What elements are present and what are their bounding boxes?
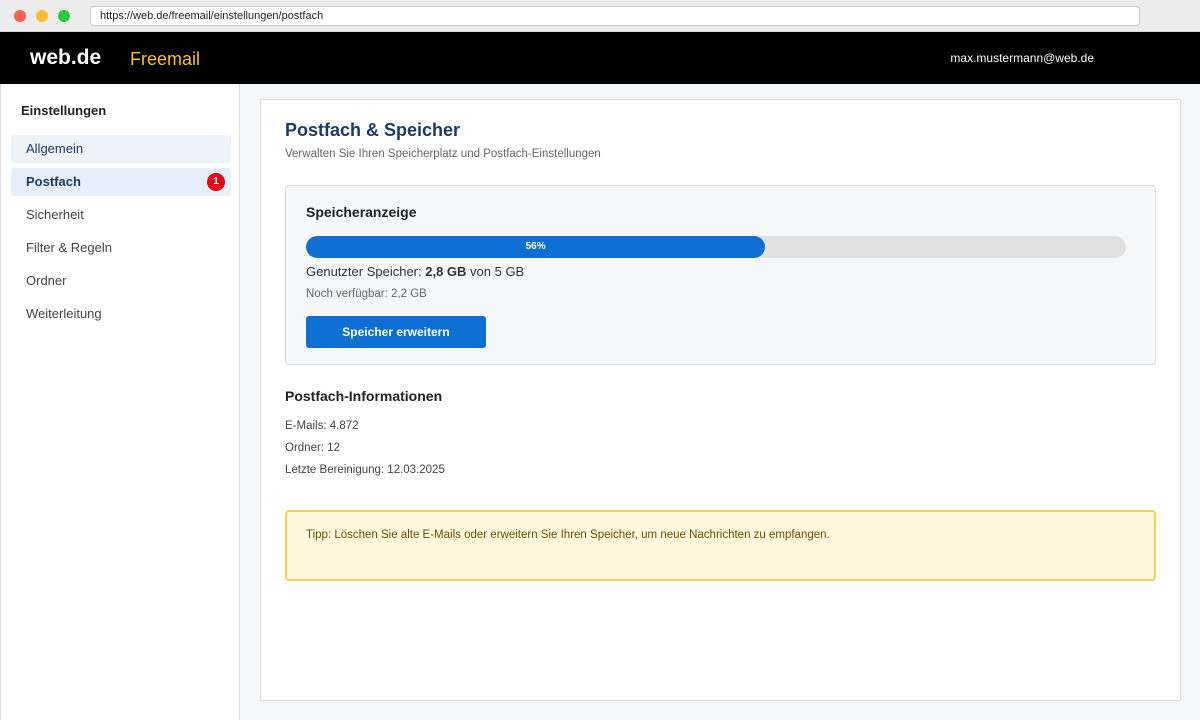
sidebar-item-label: Sicherheit bbox=[26, 207, 84, 222]
expand-storage-button[interactable]: Speicher erweitern bbox=[306, 316, 486, 348]
sidebar-item-label: Postfach bbox=[26, 174, 81, 189]
window-maximize-button[interactable] bbox=[58, 10, 70, 22]
tip-alert: Tipp: Löschen Sie alte E-Mails oder erwe… bbox=[285, 510, 1156, 581]
storage-used-text: Genutzter Speicher: 2,8 GB von 5 GB bbox=[306, 264, 524, 279]
sidebar-item-weiterleitung[interactable]: Weiterleitung bbox=[11, 300, 231, 328]
sidebar-title: Einstellungen bbox=[21, 103, 107, 118]
page-subtitle: Verwalten Sie Ihren Speicherplatz und Po… bbox=[285, 148, 601, 160]
tip-text: Tipp: Löschen Sie alte E-Mails oder erwe… bbox=[306, 529, 830, 541]
product-name: Freemail bbox=[130, 49, 201, 69]
sidebar-item-label: Weiterleitung bbox=[26, 306, 102, 321]
app-header: web.de Freemail max.mustermann@web.de bbox=[0, 32, 1200, 84]
info-row-last-cleanup: Letzte Bereinigung: 12.03.2025 bbox=[285, 464, 445, 476]
user-email[interactable]: max.mustermann@web.de bbox=[950, 51, 1094, 65]
brand-logo[interactable]: web.de bbox=[30, 46, 101, 70]
mailbox-info-title: Postfach-Informationen bbox=[285, 388, 443, 404]
storage-panel: Speicheranzeige 56% Genutzter Speicher: … bbox=[285, 185, 1156, 365]
sidebar-item-label: Filter & Regeln bbox=[26, 240, 112, 255]
sidebar-item-postfach[interactable]: Postfach 1 bbox=[11, 168, 231, 196]
sidebar-item-filter-regeln[interactable]: Filter & Regeln bbox=[11, 234, 231, 262]
address-bar[interactable]: https://web.de/freemail/einstellungen/po… bbox=[90, 6, 1140, 26]
mailbox-info-list: E-Mails: 4.872 Ordner: 12 Letzte Bereini… bbox=[285, 419, 445, 485]
sidebar-item-label: Allgemein bbox=[26, 141, 84, 156]
window-minimize-button[interactable] bbox=[36, 10, 48, 22]
settings-nav: Allgemein Postfach 1 Sicherheit Filter &… bbox=[11, 135, 231, 333]
storage-remaining-text: Noch verfügbar: 2,2 GB bbox=[306, 288, 427, 300]
storage-used-value: 2,8 GB bbox=[425, 264, 467, 279]
storage-title: Speicheranzeige bbox=[306, 204, 417, 220]
info-row-emails: E-Mails: 4.872 bbox=[285, 420, 359, 432]
notification-badge: 1 bbox=[207, 173, 225, 191]
browser-chrome: https://web.de/freemail/einstellungen/po… bbox=[0, 0, 1200, 32]
sidebar-item-label: Ordner bbox=[26, 273, 67, 288]
info-row-folders: Ordner: 12 bbox=[285, 442, 340, 454]
sidebar-item-sicherheit[interactable]: Sicherheit bbox=[11, 201, 231, 229]
main-panel: Postfach & Speicher Verwalten Sie Ihren … bbox=[260, 99, 1181, 701]
sidebar-item-ordner[interactable]: Ordner bbox=[11, 267, 231, 295]
window-close-button[interactable] bbox=[14, 10, 26, 22]
storage-used-suffix: von 5 GB bbox=[466, 264, 525, 279]
storage-used-prefix: Genutzter Speicher: bbox=[306, 264, 426, 279]
settings-sidebar: Einstellungen Allgemein Postfach 1 Siche… bbox=[0, 84, 240, 720]
page-title: Postfach & Speicher bbox=[285, 120, 461, 140]
sidebar-item-allgemein[interactable]: Allgemein bbox=[11, 135, 231, 163]
storage-progress-fill: 56% bbox=[306, 236, 766, 258]
storage-progress-bar: 56% bbox=[306, 236, 1126, 258]
